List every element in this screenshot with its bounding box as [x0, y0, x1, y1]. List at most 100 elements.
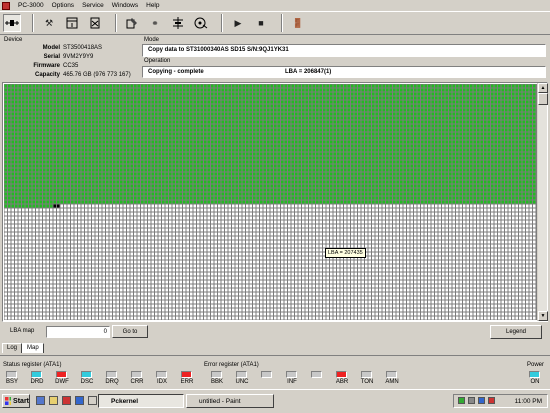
sector-block[interactable] [11, 168, 15, 172]
sector-block[interactable] [333, 132, 337, 136]
sector-block[interactable] [158, 96, 162, 100]
sector-block[interactable] [127, 136, 130, 140]
sector-block[interactable] [249, 212, 253, 216]
sector-block[interactable] [526, 196, 529, 200]
sector-block[interactable] [221, 100, 225, 104]
sector-block[interactable] [533, 164, 536, 168]
sector-block[interactable] [477, 104, 480, 108]
sector-block[interactable] [204, 96, 207, 100]
sector-block[interactable] [155, 204, 158, 208]
sector-block[interactable] [4, 148, 8, 152]
sector-block[interactable] [148, 212, 151, 216]
sector-block[interactable] [221, 140, 225, 144]
sector-block[interactable] [305, 88, 309, 92]
sector-block[interactable] [529, 104, 533, 108]
sector-block[interactable] [123, 144, 127, 148]
sector-block[interactable] [4, 152, 8, 156]
sector-block[interactable] [218, 104, 221, 108]
sector-block[interactable] [438, 112, 442, 116]
sector-block[interactable] [25, 180, 29, 184]
sector-block[interactable] [375, 108, 379, 112]
sector-block[interactable] [263, 120, 267, 124]
sector-block[interactable] [57, 172, 60, 176]
sector-block[interactable] [463, 180, 466, 184]
sector-block[interactable] [260, 116, 263, 120]
sector-block[interactable] [344, 180, 347, 184]
sector-block[interactable] [526, 140, 529, 144]
sector-block[interactable] [197, 96, 200, 100]
sector-block[interactable] [400, 200, 403, 204]
sector-block[interactable] [459, 188, 463, 192]
sector-block[interactable] [508, 180, 512, 184]
sector-block[interactable] [375, 104, 379, 108]
sector-block[interactable] [354, 164, 358, 168]
sector-block[interactable] [197, 204, 200, 208]
sector-block[interactable] [190, 112, 193, 116]
sector-block[interactable] [435, 152, 438, 156]
sector-block[interactable] [211, 180, 214, 184]
sector-block[interactable] [137, 140, 141, 144]
sector-block[interactable] [260, 132, 263, 136]
sector-block[interactable] [204, 140, 207, 144]
sector-block[interactable] [372, 156, 375, 160]
sector-block[interactable] [50, 148, 53, 152]
sector-block[interactable] [270, 100, 274, 104]
sector-block[interactable] [162, 164, 165, 168]
sector-block[interactable] [270, 196, 274, 200]
sector-block[interactable] [438, 188, 442, 192]
sector-block[interactable] [351, 196, 354, 200]
sector-block[interactable] [340, 172, 344, 176]
sector-block[interactable] [67, 84, 71, 88]
sector-block[interactable] [134, 208, 137, 212]
sector-block[interactable] [92, 192, 95, 196]
sector-block[interactable] [410, 168, 414, 172]
sector-block[interactable] [288, 188, 291, 192]
sector-block[interactable] [302, 176, 305, 180]
sector-block[interactable] [389, 204, 393, 208]
sector-block[interactable] [274, 92, 277, 96]
sector-block[interactable] [176, 172, 179, 176]
sector-block[interactable] [326, 184, 330, 188]
sector-block[interactable] [127, 148, 130, 152]
sector-block[interactable] [67, 132, 71, 136]
sector-block[interactable] [400, 124, 403, 128]
sector-block[interactable] [522, 88, 526, 92]
sector-block[interactable] [50, 156, 53, 160]
sector-block[interactable] [15, 208, 18, 212]
sector-block[interactable] [288, 100, 291, 104]
sector-block[interactable] [431, 124, 435, 128]
sector-block[interactable] [74, 144, 78, 148]
sector-block[interactable] [92, 140, 95, 144]
sector-block[interactable] [169, 180, 172, 184]
sector-block[interactable] [36, 104, 39, 108]
sector-block[interactable] [176, 104, 179, 108]
sector-block[interactable] [284, 188, 288, 192]
sector-block[interactable] [386, 108, 389, 112]
sector-block[interactable] [305, 112, 309, 116]
sector-block[interactable] [78, 116, 81, 120]
sector-block[interactable] [368, 200, 372, 204]
sector-block[interactable] [379, 204, 382, 208]
sector-block[interactable] [165, 116, 169, 120]
sector-block[interactable] [106, 124, 109, 128]
sector-block[interactable] [347, 148, 351, 152]
sector-block[interactable] [505, 208, 508, 212]
sector-block[interactable] [456, 184, 459, 188]
sector-block[interactable] [480, 128, 484, 132]
sector-block[interactable] [221, 144, 225, 148]
sector-block[interactable] [480, 168, 484, 172]
sector-block[interactable] [396, 88, 400, 92]
sector-block[interactable] [288, 128, 291, 132]
sector-block[interactable] [309, 152, 312, 156]
sector-block[interactable] [340, 168, 344, 172]
sector-block[interactable] [365, 104, 368, 108]
sector-block[interactable] [298, 152, 302, 156]
sector-block[interactable] [102, 88, 106, 92]
sector-block[interactable] [200, 208, 204, 212]
sector-block[interactable] [148, 88, 151, 92]
sector-block[interactable] [228, 160, 232, 164]
sector-block[interactable] [57, 212, 60, 216]
sector-block[interactable] [57, 136, 60, 140]
sector-block[interactable] [130, 124, 134, 128]
sector-block[interactable] [228, 116, 232, 120]
